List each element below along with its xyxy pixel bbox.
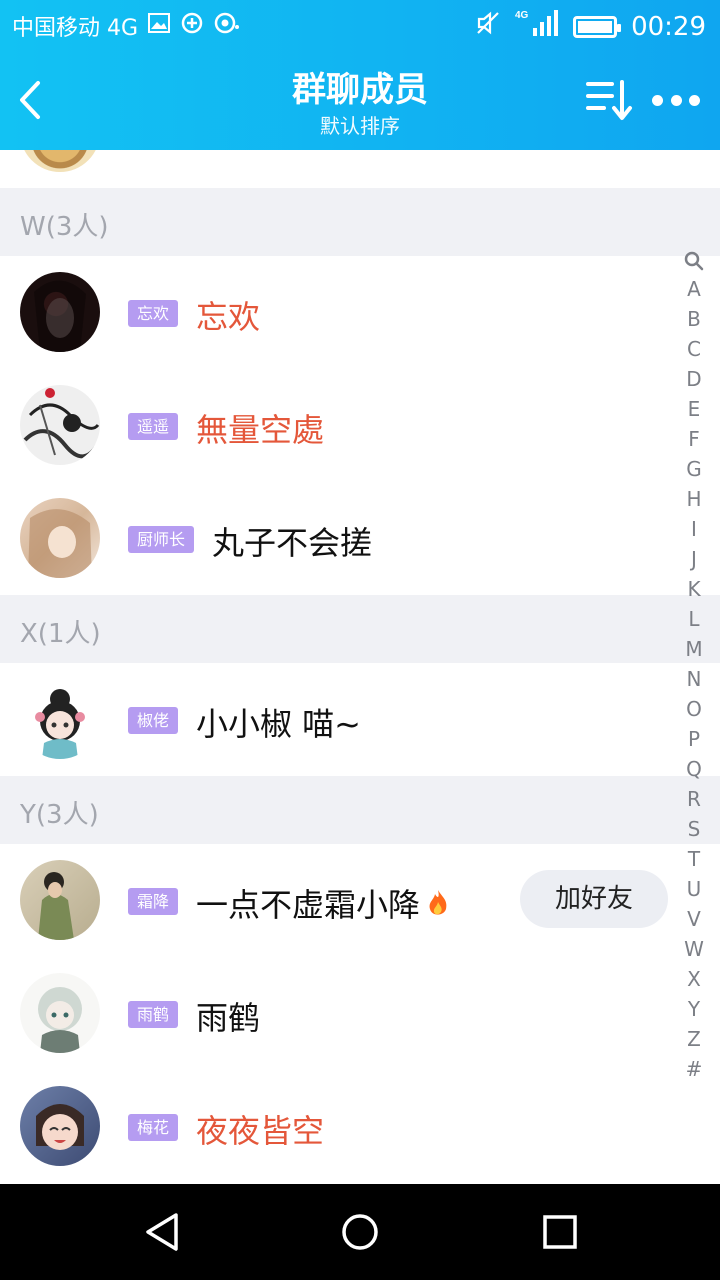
member-title-badge: 霜降 (128, 888, 179, 915)
member-title-badge: 忘欢 (128, 300, 179, 327)
member-list[interactable]: W(3人) 忘欢 忘欢 遥遥 無量空處 厨师长 丸子不会搓 X(1人) 椒佬 小… (0, 150, 720, 1184)
clock: 00:29 (631, 11, 706, 42)
avatar (20, 150, 100, 172)
member-name: 雨鹤 (196, 999, 261, 1037)
more-icon (652, 94, 663, 106)
member-name: 丸子不会搓 (212, 524, 373, 562)
member-row[interactable]: 雨鹤 雨鹤 (0, 957, 720, 1070)
member-name: 夜夜皆空 (196, 1112, 325, 1150)
member-row[interactable]: 遥遥 無量空處 (0, 369, 720, 482)
section-title: X(1人) (20, 619, 101, 649)
index-letter[interactable]: U (687, 874, 702, 904)
avatar (20, 679, 100, 759)
section-title: Y(3人) (20, 800, 99, 830)
section-header-w: W(3人) (0, 188, 720, 256)
status-left: 中国移动 4G (12, 10, 240, 42)
member-name: 一点不虚霜小降 (196, 880, 450, 926)
index-letter[interactable]: N (687, 664, 702, 694)
header: 群聊成员 默认排序 (0, 52, 720, 150)
mute-icon (475, 10, 501, 43)
avatar (20, 1086, 100, 1166)
index-letter[interactable]: M (685, 634, 702, 664)
member-title-badge: 遥遥 (128, 413, 179, 440)
navigation-bar (0, 1184, 720, 1280)
member-title-badge: 雨鹤 (128, 1001, 179, 1028)
index-letter[interactable]: H (686, 484, 701, 514)
index-letter[interactable]: I (691, 514, 697, 544)
index-letter[interactable]: A (687, 274, 701, 304)
index-letter[interactable]: D (686, 364, 701, 394)
member-title-badge: 梅花 (128, 1114, 179, 1141)
section-header-x: X(1人) (0, 595, 720, 663)
fire-icon (426, 888, 450, 926)
index-letter[interactable]: V (687, 904, 701, 934)
index-letter[interactable]: X (687, 964, 701, 994)
index-letter[interactable]: R (687, 784, 701, 814)
avatar (20, 973, 100, 1053)
member-name: 無量空處 (196, 411, 325, 449)
section-title: W(3人) (20, 212, 109, 242)
signal-icon: 4G (515, 8, 559, 45)
avatar (20, 272, 100, 352)
battery-icon (573, 15, 622, 38)
index-letter[interactable]: Q (686, 754, 702, 784)
triangle-back-icon (146, 1213, 178, 1251)
avatar (20, 385, 100, 465)
index-letter[interactable]: # (686, 1054, 703, 1084)
member-row[interactable]: 霜降 一点不虚霜小降 加好友 (0, 844, 720, 957)
section-header-y: Y(3人) (0, 776, 720, 844)
nav-home-button[interactable] (334, 1206, 386, 1258)
member-name: 忘欢 (196, 298, 261, 336)
index-letter[interactable]: S (688, 814, 701, 844)
carrier-label: 中国移动 4G (12, 16, 139, 41)
nav-back-button[interactable] (136, 1206, 188, 1258)
index-letter[interactable]: J (691, 544, 697, 574)
list-item[interactable] (0, 150, 720, 188)
member-title-badge: 椒佬 (128, 707, 179, 734)
sync-icon (180, 11, 204, 41)
member-row[interactable]: 忘欢 忘欢 (0, 256, 720, 369)
index-letter[interactable]: C (687, 334, 701, 364)
index-letter[interactable]: P (688, 724, 700, 754)
top-bar: 中国移动 4G 4G 00:29 群聊成员 默认排序 (0, 0, 720, 150)
index-letter[interactable]: E (688, 394, 701, 424)
member-name: 小小椒 喵~ (196, 705, 361, 743)
avatar (20, 860, 100, 940)
image-icon (148, 13, 171, 39)
index-letter[interactable]: B (687, 304, 701, 334)
member-row[interactable]: 椒佬 小小椒 喵~ (0, 663, 720, 776)
more-button[interactable] (652, 88, 700, 112)
target-icon (214, 11, 240, 41)
index-letter[interactable]: G (686, 454, 702, 484)
status-bar: 中国移动 4G 4G 00:29 (0, 0, 720, 52)
index-letter[interactable]: L (688, 604, 699, 634)
member-title-badge: 厨师长 (128, 526, 195, 553)
index-letter[interactable]: K (687, 574, 700, 604)
index-letter[interactable]: W (684, 934, 704, 964)
circle-home-icon (342, 1214, 378, 1250)
index-letter[interactable]: O (686, 694, 702, 724)
status-right: 4G 00:29 (475, 8, 706, 45)
member-row[interactable]: 厨师长 丸子不会搓 (0, 482, 720, 595)
alphabet-index-bar[interactable]: A B C D E F G H I J K L M N O P Q R S T … (682, 248, 706, 1084)
sort-icon (586, 80, 632, 120)
member-name-text: 一点不虚霜小降 (196, 886, 421, 924)
network-label: 4G (515, 10, 529, 21)
add-friend-button[interactable]: 加好友 (520, 870, 668, 928)
avatar (20, 498, 100, 578)
index-letter[interactable]: Y (688, 994, 700, 1024)
member-row[interactable]: 梅花 夜夜皆空 (0, 1070, 720, 1183)
nav-recents-button[interactable] (534, 1206, 586, 1258)
index-letter[interactable]: Z (687, 1024, 701, 1054)
sort-button[interactable] (586, 78, 634, 122)
square-recents-icon (543, 1215, 577, 1249)
index-letter[interactable]: T (688, 844, 700, 874)
index-letter[interactable]: F (688, 424, 700, 454)
index-search-icon[interactable] (684, 248, 704, 274)
